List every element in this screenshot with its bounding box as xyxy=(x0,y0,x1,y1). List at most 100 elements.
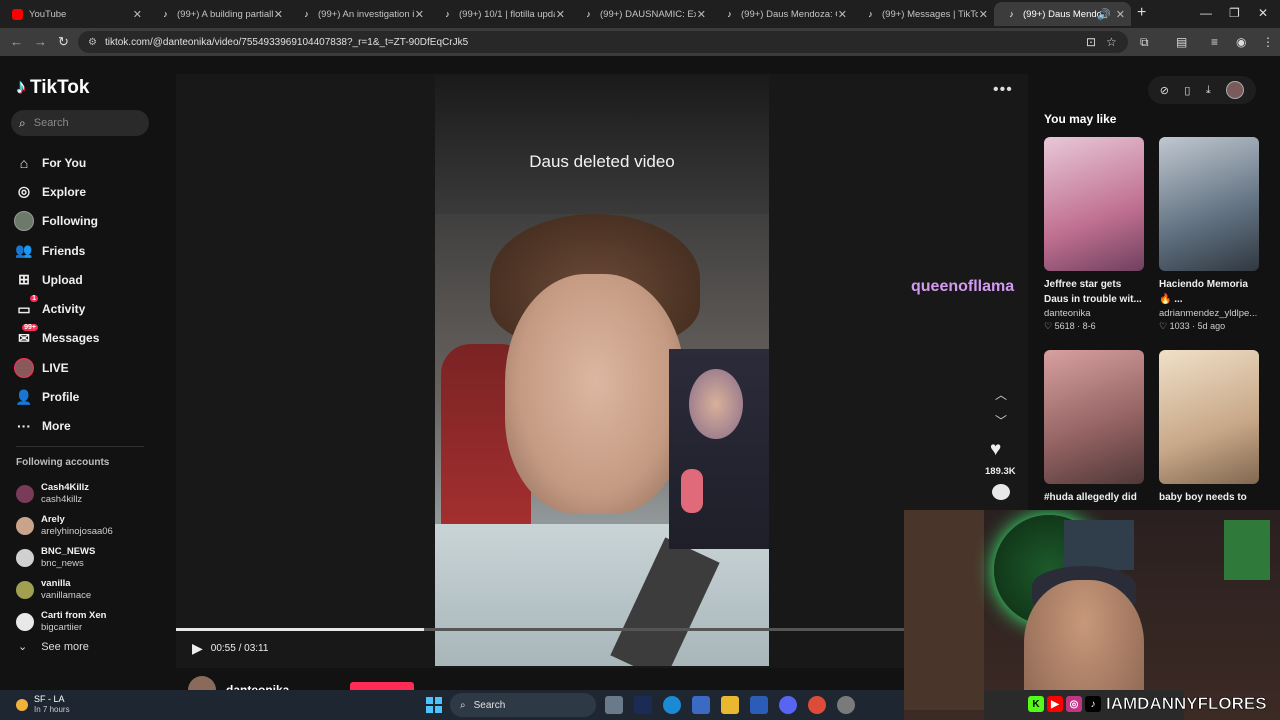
bookmark-star-icon[interactable]: ☆ xyxy=(1106,35,1117,49)
recommended-video[interactable]: baby boy needs to xyxy=(1159,350,1259,505)
following-account[interactable]: Arely arelyhinojosaa06 xyxy=(16,510,113,542)
close-icon[interactable]: ✕ xyxy=(979,8,988,21)
following-accounts-list: Cash4Killz cash4killz Arely arelyhinojosaa… xyxy=(16,478,113,638)
sidebar-item-explore[interactable]: ◎ Explore xyxy=(14,177,99,206)
sidebar-nav: ⌂ For You ◎ Explore Following 👥 Friends ⊞ Up… xyxy=(14,148,99,441)
close-icon[interactable]: ✕ xyxy=(133,8,142,21)
menu-kebab-icon[interactable]: ⋮ xyxy=(1262,35,1274,49)
file-explorer-icon[interactable] xyxy=(721,696,739,714)
coin-icon[interactable]: ⊘ xyxy=(1160,84,1169,97)
following-account[interactable]: Cash4Killz cash4killz xyxy=(16,478,113,510)
tiktok-icon: ♪ xyxy=(1085,696,1101,712)
video-frame[interactable]: Daus deleted video xyxy=(435,74,769,666)
close-icon[interactable]: ✕ xyxy=(274,8,283,21)
following-account[interactable]: vanilla vanillamace xyxy=(16,574,113,606)
follow-button[interactable] xyxy=(350,682,414,690)
sidebar-item-activity[interactable]: ▭ 1 Activity xyxy=(14,294,99,323)
store-icon[interactable] xyxy=(692,696,710,714)
browser-tab[interactable]: ♪ (99+) 10/1 | flotilla update ✕ xyxy=(430,4,571,24)
sidebar-item-following[interactable]: Following xyxy=(14,207,99,236)
following-avatar-icon xyxy=(14,211,34,232)
close-icon[interactable]: ✕ xyxy=(697,8,706,21)
minimize-icon[interactable]: — xyxy=(1200,6,1212,20)
kick-icon: K xyxy=(1028,696,1044,712)
avatar xyxy=(16,613,34,631)
close-icon[interactable]: ✕ xyxy=(556,8,565,21)
following-account[interactable]: Carti from Xen bigcartiier xyxy=(16,606,113,638)
cam-monitor xyxy=(1064,520,1134,570)
restore-icon[interactable]: ❐ xyxy=(1229,6,1240,20)
following-account[interactable]: BNC_NEWS bnc_news xyxy=(16,542,113,574)
recommended-video[interactable]: Haciendo Memoria 🔥 ... adrianmendez_yldl… xyxy=(1159,137,1259,332)
sidebar-item-messages[interactable]: ✉ 99+ Messages xyxy=(14,324,99,353)
video-progress-bar[interactable] xyxy=(176,628,904,631)
side-panel-icon[interactable]: ▤ xyxy=(1176,35,1187,49)
avatar[interactable] xyxy=(1226,81,1245,99)
browser-tab[interactable]: ♪ (99+) DAUSNAMIC: Explor ✕ xyxy=(571,4,712,24)
tiktok-logo[interactable]: ♪ TikTok xyxy=(16,76,89,99)
taskbar-search[interactable]: ⌕ Search xyxy=(450,693,596,717)
address-bar[interactable]: ⚙ tiktok.com/@danteonika/video/755493396… xyxy=(78,31,1128,53)
word-icon[interactable] xyxy=(750,696,768,714)
top-right-actions: ⊘ ▯ ⤓ xyxy=(1148,76,1256,104)
browser-tab[interactable]: ♪ (99+) Daus Mendoza: Grow ✕ xyxy=(712,4,853,24)
chevron-down-icon[interactable]: ﹀ xyxy=(995,412,1007,429)
profile-avatar-icon[interactable]: ◉ xyxy=(1236,35,1246,49)
browser-tab[interactable]: ♪ (99+) A building partially c ✕ xyxy=(148,4,289,24)
close-icon[interactable]: ✕ xyxy=(838,8,847,21)
sidebar-item-friends[interactable]: 👥 Friends xyxy=(14,236,99,265)
site-info-icon[interactable]: ⚙ xyxy=(88,37,97,48)
play-icon[interactable]: ▶ xyxy=(192,640,203,657)
forward-icon[interactable]: → xyxy=(34,34,47,49)
comment-icon[interactable] xyxy=(992,484,1010,500)
sidebar-item-more[interactable]: ··· More xyxy=(14,412,99,441)
reload-icon[interactable]: ↻ xyxy=(58,34,69,50)
close-icon[interactable]: ✕ xyxy=(415,8,424,21)
back-icon[interactable]: ← xyxy=(10,34,23,49)
download-icon[interactable]: ⤓ xyxy=(1206,84,1211,97)
live-icon xyxy=(14,357,34,378)
device-icon[interactable]: ▯ xyxy=(1184,84,1190,97)
browser-toolbar: ← → ↻ ⚙ tiktok.com/@danteonika/video/755… xyxy=(0,28,1280,56)
recommended-video[interactable]: #huda allegedly did xyxy=(1044,350,1144,505)
activity-badge: 1 xyxy=(30,295,38,303)
windows-start-icon[interactable] xyxy=(426,697,442,713)
discord-icon[interactable] xyxy=(779,696,797,714)
browser-tab[interactable]: ♪ (99+) Messages | TikTok ✕ xyxy=(853,4,994,24)
recommended-video[interactable]: Jeffree star gets Daus in trouble wit...… xyxy=(1044,137,1144,332)
more-options-icon[interactable]: ••• xyxy=(993,81,1013,99)
extensions-icon[interactable]: ⧉ xyxy=(1140,35,1149,50)
sidebar-item-upload[interactable]: ⊞ Upload xyxy=(14,265,99,294)
media-icon[interactable]: ≡ xyxy=(1211,35,1218,49)
sidebar-item-for-you[interactable]: ⌂ For You xyxy=(14,148,99,177)
messages-icon: ✉ 99+ xyxy=(18,324,38,346)
settings-icon[interactable] xyxy=(837,696,855,714)
playback-controls: ▶ 00:55 / 03:11 xyxy=(192,640,268,657)
sidebar-item-profile[interactable]: 👤 Profile xyxy=(14,382,99,411)
install-icon[interactable]: ⊡ xyxy=(1086,35,1096,49)
tiktok-icon: ♪ xyxy=(304,9,309,19)
browser-tab-active[interactable]: ♪ (99+) Daus Mendoza ( 🔊 ✕ xyxy=(994,2,1131,26)
search-input[interactable]: ⌕ Search xyxy=(11,110,149,136)
edge-icon[interactable] xyxy=(663,696,681,714)
close-icon[interactable]: ✕ xyxy=(1116,8,1125,21)
upload-icon: ⊞ xyxy=(18,271,30,288)
weather-widget[interactable]: SF - LA In 7 hours xyxy=(16,694,70,715)
audio-icon[interactable]: 🔊 xyxy=(1097,8,1111,21)
chevron-up-icon[interactable]: ︿ xyxy=(995,386,1007,403)
close-window-icon[interactable]: ✕ xyxy=(1258,6,1268,20)
avatar xyxy=(16,581,34,599)
see-more-button[interactable]: ⌄ See more xyxy=(18,640,103,653)
sidebar-item-live[interactable]: LIVE xyxy=(14,353,99,382)
heart-icon[interactable]: ♥ xyxy=(990,439,1001,461)
new-tab-button[interactable]: + xyxy=(1137,4,1146,22)
photoshop-icon[interactable] xyxy=(634,696,652,714)
stream-social-bar: K ▶ ◎ ♪ IAMDANNYFLORES xyxy=(1028,692,1267,716)
cam-shelf xyxy=(904,510,984,710)
browser-tab-youtube[interactable]: YouTube ✕ xyxy=(0,4,148,24)
task-view-icon[interactable] xyxy=(605,696,623,714)
browser-tab[interactable]: ♪ (99+) An investigation is u ✕ xyxy=(289,4,430,24)
video-progress-fill xyxy=(176,628,424,631)
tiktok-icon: ♪ xyxy=(1009,9,1014,19)
chrome-icon[interactable] xyxy=(808,696,826,714)
